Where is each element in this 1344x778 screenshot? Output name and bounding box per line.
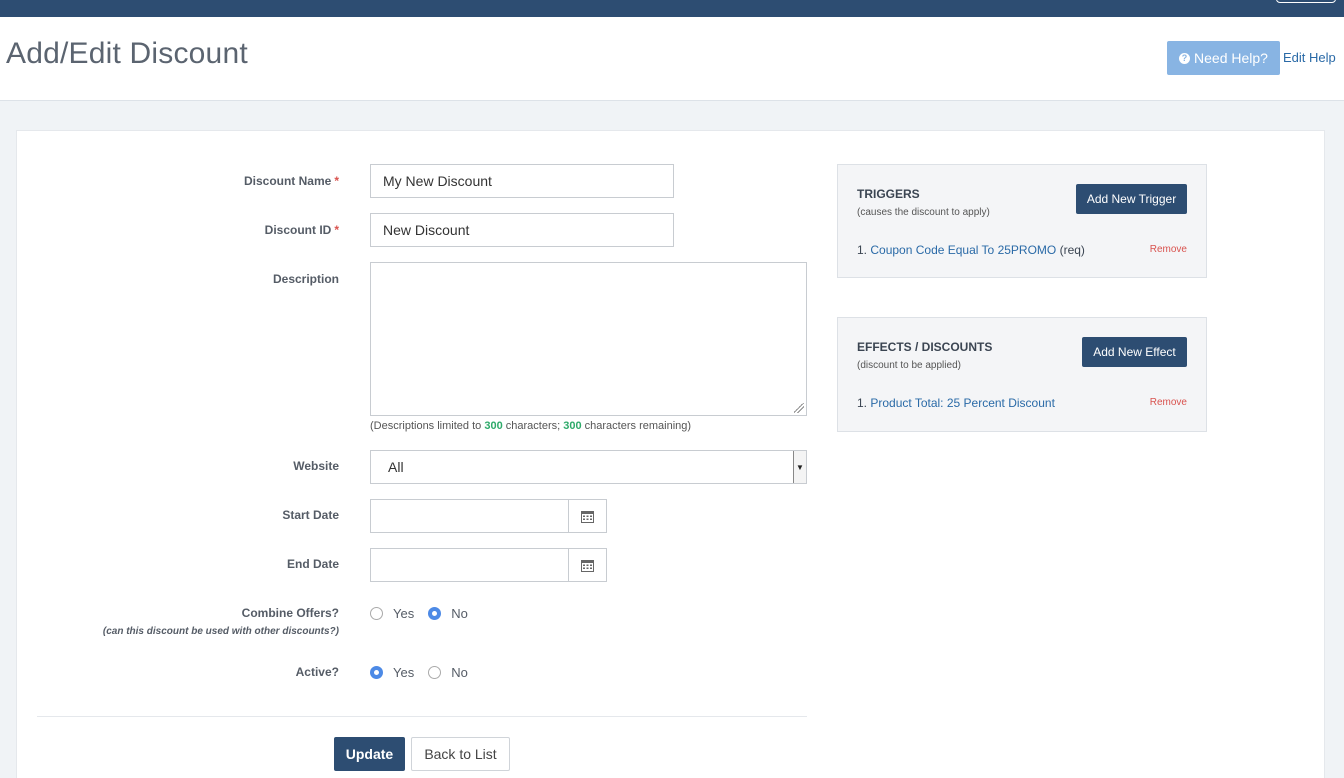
end-date-input[interactable] [371,549,569,581]
active-label: Active? [295,665,339,679]
combine-offers-no-label[interactable]: No [451,606,468,621]
back-to-list-button[interactable]: Back to List [411,737,510,771]
discount-name-label: Discount Name * [243,174,339,188]
effect-item: 1. Product Total: 25 Percent Discount [857,396,1055,410]
chevron-down-icon: ▼ [793,451,806,483]
page-header: Add/Edit Discount ? Need Help? Edit Help [0,17,1344,101]
active-yes-radio[interactable] [370,666,383,679]
combine-offers-sublabel: (can this discount be used with other di… [102,626,339,637]
effects-panel: EFFECTS / DISCOUNTS (discount to be appl… [837,317,1207,432]
discount-name-value: My New Discount [383,173,492,189]
triggers-panel: TRIGGERS (causes the discount to apply) … [837,164,1207,278]
discount-id-input[interactable]: New Discount [370,213,674,247]
calendar-icon [581,510,594,523]
question-circle-icon: ? [1179,52,1191,64]
combine-offers-no-radio[interactable] [428,607,442,620]
page-title: Add/Edit Discount [6,37,248,70]
resize-grip-icon[interactable] [794,403,804,413]
combine-offers-label: Combine Offers? [241,606,339,620]
triggers-title: TRIGGERS [857,187,920,201]
add-new-trigger-button[interactable]: Add New Trigger [1076,184,1187,214]
end-date-calendar-button[interactable] [568,549,606,581]
effect-item-link[interactable]: Product Total: 25 Percent Discount [870,396,1055,410]
description-helper-text: (Descriptions limited to 300 characters;… [370,420,692,432]
triggers-subtitle: (causes the discount to apply) [857,207,990,218]
character-limit: 300 [484,420,503,432]
description-textarea[interactable] [370,262,807,416]
add-new-effect-button[interactable]: Add New Effect [1082,337,1187,367]
required-mark: * [334,223,339,237]
start-date-calendar-button[interactable] [568,500,606,532]
effects-subtitle: (discount to be applied) [857,360,961,371]
form-divider [37,716,807,717]
active-yes-label[interactable]: Yes [393,665,414,680]
description-label: Description [272,272,339,286]
start-date-input[interactable] [371,500,569,532]
discount-name-input[interactable]: My New Discount [370,164,674,198]
combine-offers-yes-label[interactable]: Yes [393,606,414,621]
start-date-field [370,499,607,533]
top-navbar [0,0,1344,17]
website-selected-value: All [388,459,404,475]
effect-remove-link[interactable]: Remove [1150,397,1187,408]
website-label: Website [293,459,339,473]
discount-id-value: New Discount [383,222,470,238]
discount-form-card: Discount Name * My New Discount Discount … [16,130,1325,778]
active-no-label[interactable]: No [451,665,468,680]
characters-remaining: 300 [563,420,582,432]
end-date-field [370,548,607,582]
navbar-button[interactable] [1276,0,1336,3]
trigger-item: 1. Coupon Code Equal To 25PROMO (req) [857,243,1085,257]
effects-title: EFFECTS / DISCOUNTS [857,340,993,354]
update-button[interactable]: Update [334,737,405,771]
need-help-button[interactable]: ? Need Help? [1167,41,1280,75]
required-mark: * [334,174,339,188]
calendar-icon [581,559,594,572]
combine-offers-yes-radio[interactable] [370,607,383,620]
discount-id-label: Discount ID * [264,223,339,237]
active-radio-group: Yes No [370,665,482,680]
website-select[interactable]: All ▼ [370,450,807,484]
edit-help-link[interactable]: Edit Help [1283,50,1336,65]
end-date-label: End Date [286,557,339,571]
active-no-radio[interactable] [428,666,442,679]
trigger-remove-link[interactable]: Remove [1150,244,1187,255]
trigger-item-link[interactable]: Coupon Code Equal To 25PROMO [870,243,1056,257]
combine-offers-radio-group: Yes No [370,606,482,621]
need-help-label: Need Help? [1194,50,1268,66]
start-date-label: Start Date [282,508,339,522]
